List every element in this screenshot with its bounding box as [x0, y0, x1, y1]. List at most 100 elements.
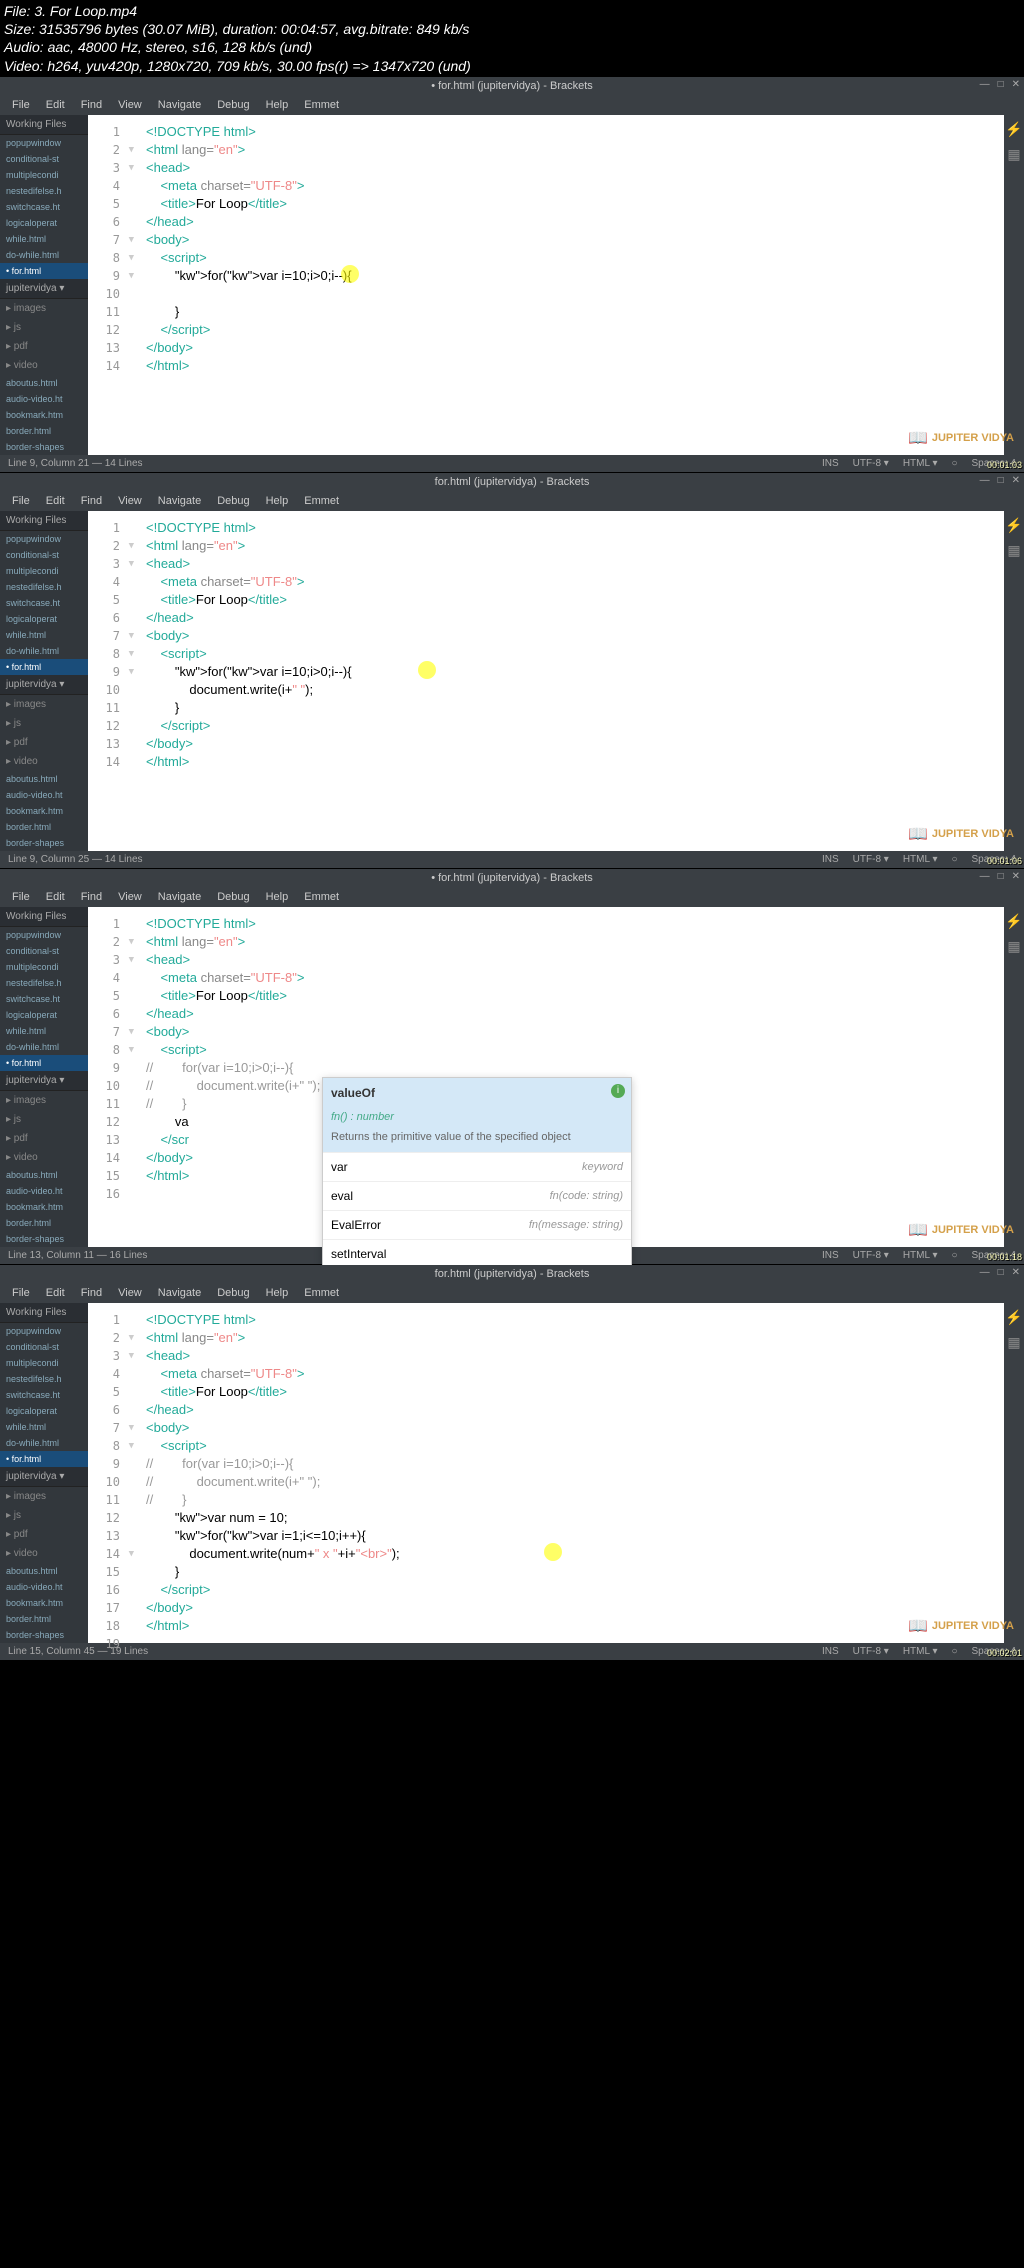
project-file[interactable]: border-shapes	[0, 835, 88, 851]
folder-pdf[interactable]: ▸ pdf	[0, 1525, 88, 1544]
code-text[interactable]: <!DOCTYPE html><html lang="en"><head> <m…	[142, 1303, 1004, 1643]
maximize-icon[interactable]: □	[998, 1267, 1004, 1278]
menu-edit[interactable]: Edit	[40, 97, 71, 113]
menu-find[interactable]: Find	[75, 493, 108, 509]
language[interactable]: HTML ▾	[903, 458, 938, 469]
project-file[interactable]: bookmark.htm	[0, 1199, 88, 1215]
menu-find[interactable]: Find	[75, 1285, 108, 1301]
project-header[interactable]: jupitervidya ▾	[0, 1071, 88, 1091]
ac-selected[interactable]: valueOfi	[323, 1078, 631, 1108]
folder-video[interactable]: ▸ video	[0, 1148, 88, 1167]
working-file[interactable]: popupwindow	[0, 1323, 88, 1339]
working-file[interactable]: nestedifelse.h	[0, 579, 88, 595]
menu-view[interactable]: View	[112, 889, 148, 905]
working-file[interactable]: switchcase.ht	[0, 199, 88, 215]
encoding[interactable]: UTF-8 ▾	[853, 1646, 889, 1657]
ac-item[interactable]: varkeyword	[323, 1152, 631, 1181]
fold-gutter[interactable]: ▼▼▼▼▼	[128, 1303, 142, 1643]
working-file[interactable]: popupwindow	[0, 135, 88, 151]
project-file[interactable]: bookmark.htm	[0, 1595, 88, 1611]
working-files-header[interactable]: Working Files	[0, 907, 88, 927]
menu-edit[interactable]: Edit	[40, 1285, 71, 1301]
project-file[interactable]: border.html	[0, 819, 88, 835]
menu-file[interactable]: File	[6, 97, 36, 113]
encoding[interactable]: UTF-8 ▾	[853, 1250, 889, 1261]
ac-item[interactable]: EvalErrorfn(message: string)	[323, 1210, 631, 1239]
project-file[interactable]: border-shapes	[0, 1627, 88, 1643]
info-icon[interactable]: i	[611, 1084, 625, 1098]
working-file[interactable]: do-while.html	[0, 1435, 88, 1451]
minimize-icon[interactable]: —	[980, 1267, 990, 1278]
folder-pdf[interactable]: ▸ pdf	[0, 733, 88, 752]
menu-help[interactable]: Help	[260, 889, 295, 905]
fold-gutter[interactable]: ▼▼▼▼	[128, 907, 142, 1247]
working-file[interactable]: logicaloperat	[0, 1403, 88, 1419]
working-file[interactable]: while.html	[0, 627, 88, 643]
working-file[interactable]: do-while.html	[0, 1039, 88, 1055]
menu-file[interactable]: File	[6, 1285, 36, 1301]
working-file[interactable]: multiplecondi	[0, 167, 88, 183]
menu-file[interactable]: File	[6, 889, 36, 905]
maximize-icon[interactable]: □	[998, 871, 1004, 882]
working-file[interactable]: multiplecondi	[0, 959, 88, 975]
code-text[interactable]: <!DOCTYPE html><html lang="en"><head> <m…	[142, 115, 1004, 455]
active-file[interactable]: • for.html	[0, 659, 88, 675]
menu-find[interactable]: Find	[75, 97, 108, 113]
working-files-header[interactable]: Working Files	[0, 511, 88, 531]
menu-file[interactable]: File	[6, 493, 36, 509]
working-file[interactable]: conditional-st	[0, 943, 88, 959]
project-file[interactable]: audio-video.ht	[0, 787, 88, 803]
working-file[interactable]: conditional-st	[0, 547, 88, 563]
menu-edit[interactable]: Edit	[40, 493, 71, 509]
menu-emmet[interactable]: Emmet	[298, 493, 345, 509]
menu-help[interactable]: Help	[260, 1285, 295, 1301]
live-preview-icon[interactable]: ⚡	[1005, 1309, 1022, 1326]
language[interactable]: HTML ▾	[903, 1250, 938, 1261]
close-icon[interactable]: ✕	[1012, 475, 1020, 486]
code-editor[interactable]: 12345678910111213141516171819▼▼▼▼▼<!DOCT…	[88, 1303, 1004, 1643]
encoding[interactable]: UTF-8 ▾	[853, 458, 889, 469]
project-file[interactable]: border-shapes	[0, 439, 88, 455]
project-file[interactable]: aboutus.html	[0, 771, 88, 787]
fold-gutter[interactable]: ▼▼▼▼▼	[128, 511, 142, 851]
working-file[interactable]: logicaloperat	[0, 611, 88, 627]
working-file[interactable]: logicaloperat	[0, 1007, 88, 1023]
project-file[interactable]: bookmark.htm	[0, 407, 88, 423]
working-file[interactable]: conditional-st	[0, 1339, 88, 1355]
ac-item[interactable]: evalfn(code: string)	[323, 1181, 631, 1210]
minimize-icon[interactable]: —	[980, 871, 990, 882]
working-file[interactable]: nestedifelse.h	[0, 183, 88, 199]
menu-help[interactable]: Help	[260, 493, 295, 509]
fold-gutter[interactable]: ▼▼▼▼▼	[128, 115, 142, 455]
insert-mode[interactable]: INS	[822, 1250, 839, 1261]
menu-view[interactable]: View	[112, 1285, 148, 1301]
folder-video[interactable]: ▸ video	[0, 1544, 88, 1563]
language[interactable]: HTML ▾	[903, 1646, 938, 1657]
menu-emmet[interactable]: Emmet	[298, 97, 345, 113]
menu-navigate[interactable]: Navigate	[152, 493, 207, 509]
folder-js[interactable]: ▸ js	[0, 714, 88, 733]
project-file[interactable]: aboutus.html	[0, 1563, 88, 1579]
code-editor[interactable]: 1234567891011121314▼▼▼▼▼<!DOCTYPE html><…	[88, 511, 1004, 851]
active-file[interactable]: • for.html	[0, 1451, 88, 1467]
active-file[interactable]: • for.html	[0, 1055, 88, 1071]
working-file[interactable]: do-while.html	[0, 247, 88, 263]
folder-images[interactable]: ▸ images	[0, 299, 88, 318]
working-file[interactable]: popupwindow	[0, 531, 88, 547]
working-file[interactable]: multiplecondi	[0, 563, 88, 579]
working-file[interactable]: popupwindow	[0, 927, 88, 943]
minimize-icon[interactable]: —	[980, 475, 990, 486]
code-editor[interactable]: 1234567891011121314▼▼▼▼▼<!DOCTYPE html><…	[88, 115, 1004, 455]
working-file[interactable]: do-while.html	[0, 643, 88, 659]
working-file[interactable]: while.html	[0, 1419, 88, 1435]
close-icon[interactable]: ✕	[1012, 1267, 1020, 1278]
working-file[interactable]: switchcase.ht	[0, 595, 88, 611]
project-file[interactable]: border.html	[0, 423, 88, 439]
menu-emmet[interactable]: Emmet	[298, 1285, 345, 1301]
menu-find[interactable]: Find	[75, 889, 108, 905]
working-files-header[interactable]: Working Files	[0, 115, 88, 135]
ac-item[interactable]: setInterval	[323, 1239, 631, 1268]
insert-mode[interactable]: INS	[822, 458, 839, 469]
menu-navigate[interactable]: Navigate	[152, 1285, 207, 1301]
close-icon[interactable]: ✕	[1012, 79, 1020, 90]
